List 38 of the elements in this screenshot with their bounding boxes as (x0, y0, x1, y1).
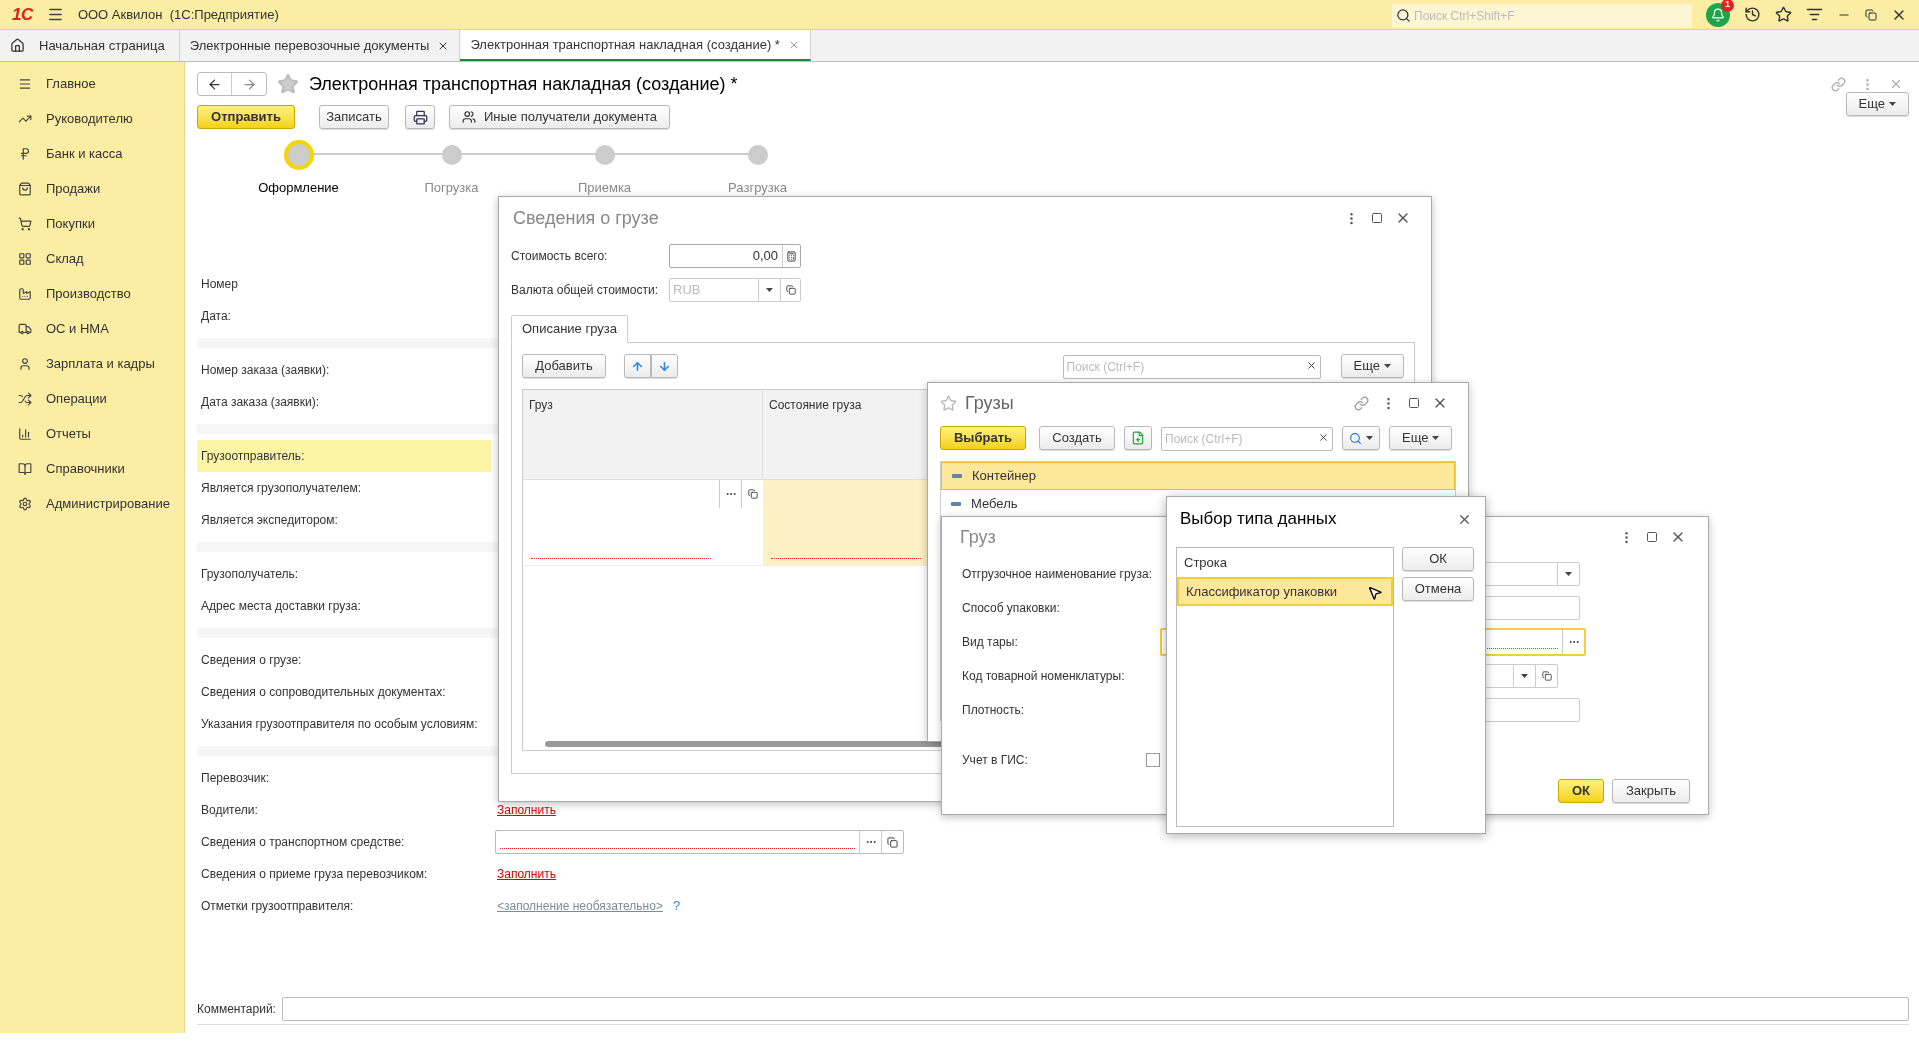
step-label: Приемка (577, 179, 632, 197)
dialog-title: Грузы (965, 391, 1015, 415)
field-label: Валюта общей стоимости: (511, 282, 659, 299)
field-label: Сведения о сопроводительных документах: (200, 684, 447, 701)
field-label: Вид тары: (961, 634, 1019, 651)
step-label: Разгрузка (728, 179, 787, 197)
field-label: Стоимость всего: (511, 248, 609, 265)
field-label: Грузоотправитель: (197, 440, 491, 472)
field-label: Код товарной номенклатуры: (961, 668, 1126, 685)
document-title: Электронная транспортная накладная (создание) * (309, 72, 738, 96)
field-label: Сведения о грузе: (200, 652, 303, 669)
field-label: Номер заказа (заявки): (200, 362, 331, 379)
step-label: Оформление (258, 179, 339, 197)
field-label: Водители: (200, 802, 259, 819)
dialog-title: Выбор типа данных (1180, 508, 1338, 531)
field-label: Отгрузочное наименование груза: (961, 566, 1153, 583)
field-label: Грузополучатель: (200, 566, 300, 583)
dialog-title: Груз (960, 525, 997, 549)
field-label: Отметки грузоотправителя: (200, 898, 355, 915)
app-title: ООО Аквилон (1С:Предприятие) (77, 5, 279, 24)
field-label: Номер (200, 276, 239, 293)
field-label: Указания грузоотправителя по особым условиям: (200, 716, 479, 733)
field-label: Является грузополучателем: (200, 480, 363, 497)
logo: 1С (12, 3, 33, 26)
dialog-title: Сведения о грузе (513, 206, 660, 230)
field-label: Дата заказа (заявки): (200, 394, 320, 411)
field-label: Дата: (200, 308, 232, 325)
field-label: Сведения о приеме груза перевозчиком: (200, 866, 429, 883)
field-label: Перевозчик: (200, 770, 271, 787)
field-label: Сведения о транспортном средстве: (200, 834, 406, 851)
field-label: Учет в ГИС: (961, 752, 1029, 769)
field-label: Адрес места доставки груза: (200, 598, 362, 615)
field-label: Способ упаковки: (961, 600, 1061, 617)
step-label: Погрузка (424, 179, 479, 197)
notification-badge: 1 (1721, 0, 1734, 12)
field-label: Является экспедитором: (200, 512, 339, 529)
field-label: Плотность: (961, 702, 1026, 719)
comment-label: Комментарий: (197, 1000, 276, 1018)
